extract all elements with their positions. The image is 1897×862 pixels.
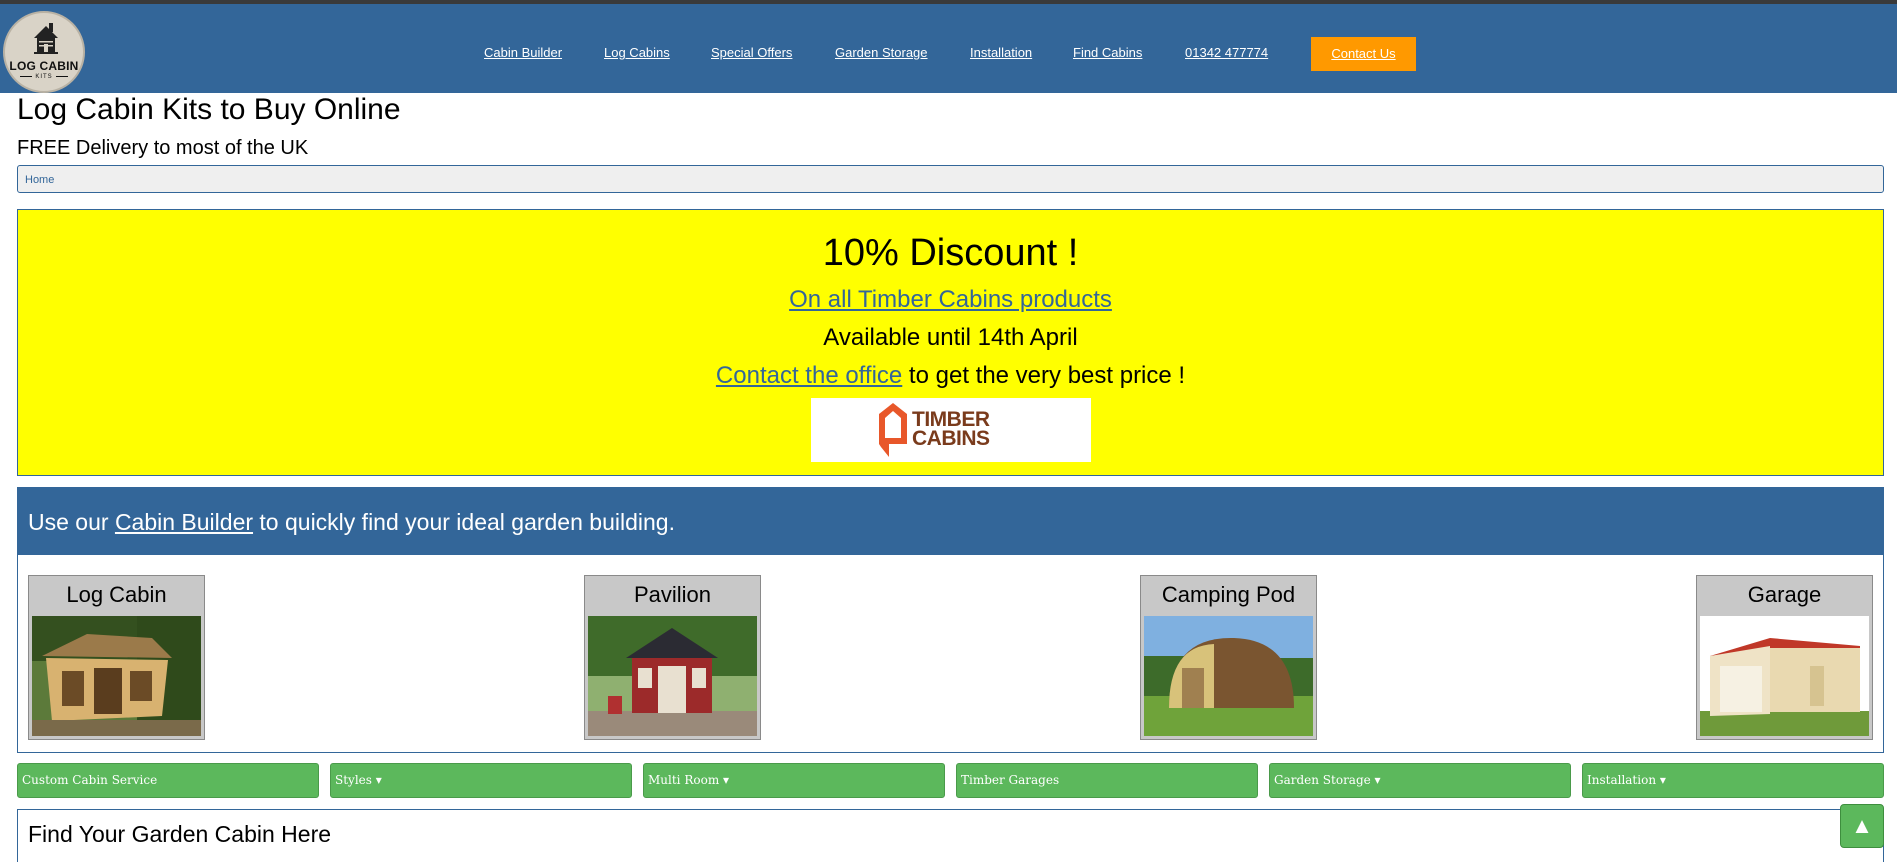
nav-log-cabins[interactable]: Log Cabins	[604, 45, 670, 60]
page-subtitle: FREE Delivery to most of the UK	[17, 137, 309, 159]
find-cabin-heading: Find Your Garden Cabin Here	[28, 821, 332, 847]
timber-cabins-products-link[interactable]: On all Timber Cabins products	[789, 286, 1112, 313]
timber-cabins-wordmark: TIMBER CABINS	[912, 408, 990, 450]
nav-phone-number[interactable]: 01342 477774	[1185, 45, 1268, 60]
menu-installation[interactable]: Installation ▾	[1582, 763, 1884, 798]
nav-special-offers[interactable]: Special Offers	[711, 45, 792, 60]
logo-line1: LOG CABIN	[9, 59, 79, 73]
category-card-log-cabin[interactable]: Log Cabin	[28, 575, 205, 740]
menu-timber-garages[interactable]: Timber Garages	[956, 763, 1258, 798]
site-header: LOG CABIN KITS Cabin Builder Log Cabins …	[0, 4, 1897, 93]
contact-us-button[interactable]: Contact Us	[1311, 37, 1416, 71]
nav-installation[interactable]: Installation	[970, 45, 1032, 60]
contact-line-text: to get the very best price !	[902, 362, 1186, 389]
menu-multi-room[interactable]: Multi Room ▾	[643, 763, 945, 798]
discount-banner: 10% Discount ! On all Timber Cabins prod…	[17, 209, 1884, 476]
page-title: Log Cabin Kits to Buy Online	[17, 93, 401, 126]
site-logo[interactable]: LOG CABIN KITS	[3, 11, 85, 93]
category-label: Log Cabin	[66, 582, 167, 607]
cabin-house-icon	[34, 23, 58, 54]
availability-text: Available until 14th April	[823, 324, 1078, 351]
garage-image[interactable]	[1700, 616, 1869, 736]
timber-cabins-house-icon	[879, 403, 907, 457]
category-card-pavilion[interactable]: Pavilion	[584, 575, 761, 740]
nav-find-cabins[interactable]: Find Cabins	[1073, 45, 1142, 60]
logo-line2: KITS	[5, 74, 83, 80]
back-to-top-button[interactable]: ▲	[1840, 804, 1884, 848]
find-cabin-panel: Find Your Garden Cabin Here	[17, 809, 1884, 862]
menu-garden-storage[interactable]: Garden Storage ▾	[1269, 763, 1571, 798]
nav-garden-storage[interactable]: Garden Storage	[835, 45, 928, 60]
contact-office-link[interactable]: Contact the office	[716, 362, 902, 389]
cabin-builder-link[interactable]: Cabin Builder	[115, 509, 253, 535]
category-label: Pavilion	[633, 582, 712, 607]
menu-custom-cabin-service[interactable]: Custom Cabin Service	[17, 763, 319, 798]
cabin-builder-panel: Use our Cabin Builder to quickly find yo…	[17, 487, 1884, 753]
cabin-builder-text: Use our Cabin Builder to quickly find yo…	[28, 509, 675, 535]
menu-styles[interactable]: Styles ▾	[330, 763, 632, 798]
timber-cabins-logo[interactable]: TIMBER CABINS	[811, 398, 1091, 462]
discount-link-line: On all Timber Cabins products	[18, 286, 1883, 314]
log-cabin-image[interactable]	[32, 616, 201, 736]
discount-heading: 10% Discount !	[822, 232, 1079, 274]
contact-line: Contact the office to get the very best …	[18, 362, 1883, 390]
camping-pod-image[interactable]	[1144, 616, 1313, 736]
category-card-garage[interactable]: Garage	[1696, 575, 1873, 740]
pavilion-image[interactable]	[588, 616, 757, 736]
nav-cabin-builder[interactable]: Cabin Builder	[484, 45, 562, 60]
category-label: Camping Pod	[1161, 582, 1296, 607]
cabin-builder-header: Use our Cabin Builder to quickly find yo…	[18, 488, 1883, 555]
breadcrumb-home[interactable]: Home	[25, 174, 54, 186]
category-label: Garage	[1747, 582, 1822, 607]
category-card-camping-pod[interactable]: Camping Pod	[1140, 575, 1317, 740]
breadcrumb: Home	[17, 165, 1884, 193]
